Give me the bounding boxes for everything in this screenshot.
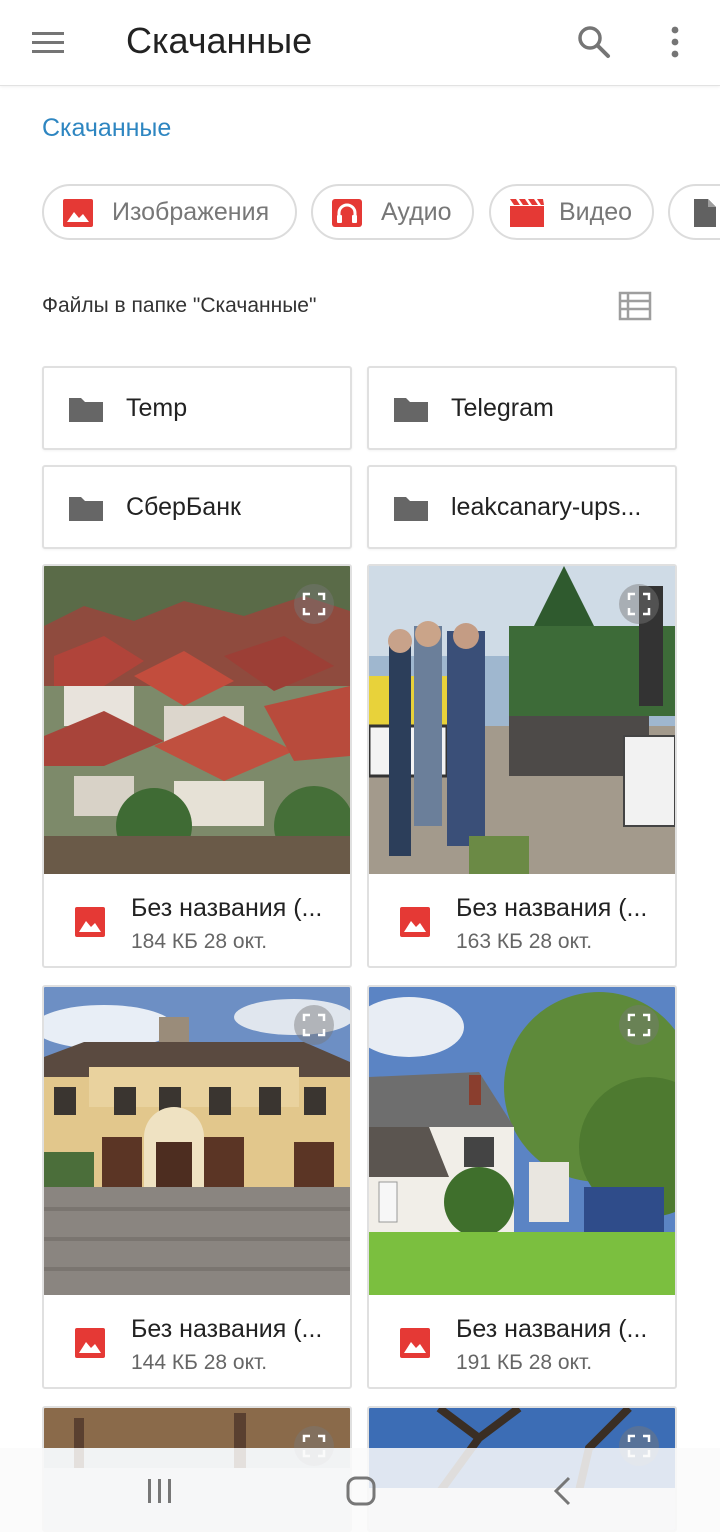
page-title: Скачанные: [126, 20, 313, 61]
image-file-icon: [400, 1328, 430, 1358]
expand-icon[interactable]: [294, 584, 334, 624]
category-chips: Изображения Аудио Видео: [42, 184, 720, 242]
file-meta: 191 КБ 28 окт.: [456, 1351, 593, 1374]
chip-documents[interactable]: [668, 184, 720, 240]
file-meta: 163 КБ 28 окт.: [456, 930, 593, 953]
folder-icon: [394, 398, 428, 422]
folder-name: СберБанк: [126, 493, 241, 521]
file-name: Без названия (...: [131, 1315, 323, 1343]
folder-item[interactable]: СберБанк: [42, 465, 352, 549]
search-icon[interactable]: [574, 22, 614, 62]
headphones-icon: [332, 199, 362, 227]
breadcrumb[interactable]: Скачанные: [42, 114, 171, 143]
file-name: Без названия (...: [456, 894, 648, 922]
folder-item[interactable]: leakcanary-ups...: [367, 465, 677, 549]
recent-apps-icon[interactable]: [140, 1474, 180, 1508]
file-card[interactable]: Без названия (... 184 КБ 28 окт.: [42, 564, 352, 968]
image-file-icon: [75, 907, 105, 937]
chip-images[interactable]: Изображения: [42, 184, 297, 240]
video-clapper-icon: [510, 199, 544, 227]
chip-video[interactable]: Видео: [489, 184, 654, 240]
system-navigation-bar: [0, 1448, 720, 1532]
document-icon: [694, 199, 716, 227]
chip-label: Аудио: [381, 198, 452, 226]
image-file-icon: [400, 907, 430, 937]
chip-label: Видео: [559, 198, 633, 226]
hamburger-menu-icon[interactable]: [28, 28, 70, 58]
folder-icon: [69, 398, 103, 422]
expand-icon[interactable]: [619, 584, 659, 624]
file-card[interactable]: Без названия (... 144 КБ 28 окт.: [42, 985, 352, 1389]
folder-name: Temp: [126, 394, 188, 422]
expand-icon[interactable]: [619, 1005, 659, 1045]
file-card[interactable]: Без названия (... 191 КБ 28 окт.: [367, 985, 677, 1389]
folder-name: leakcanary-ups...: [451, 493, 642, 521]
folder-item[interactable]: Telegram: [367, 366, 677, 450]
section-label: Файлы в папке "Скачанные": [42, 294, 317, 317]
file-meta: 184 КБ 28 окт.: [131, 930, 268, 953]
folder-item[interactable]: Temp: [42, 366, 352, 450]
back-icon[interactable]: [544, 1474, 584, 1508]
file-name: Без названия (...: [131, 894, 323, 922]
app-bar: Скачанные: [0, 0, 720, 86]
folder-icon: [394, 497, 428, 521]
folder-name: Telegram: [451, 394, 554, 422]
image-icon: [63, 199, 93, 227]
image-file-icon: [75, 1328, 105, 1358]
chip-label: Изображения: [112, 198, 270, 226]
home-icon[interactable]: [341, 1474, 381, 1508]
expand-icon[interactable]: [294, 1005, 334, 1045]
list-view-icon[interactable]: [618, 290, 652, 322]
file-name: Без названия (...: [456, 1315, 648, 1343]
chip-audio[interactable]: Аудио: [311, 184, 474, 240]
more-vertical-icon[interactable]: [660, 22, 690, 62]
file-meta: 144 КБ 28 окт.: [131, 1351, 268, 1374]
file-card[interactable]: Без названия (... 163 КБ 28 окт.: [367, 564, 677, 968]
folder-icon: [69, 497, 103, 521]
